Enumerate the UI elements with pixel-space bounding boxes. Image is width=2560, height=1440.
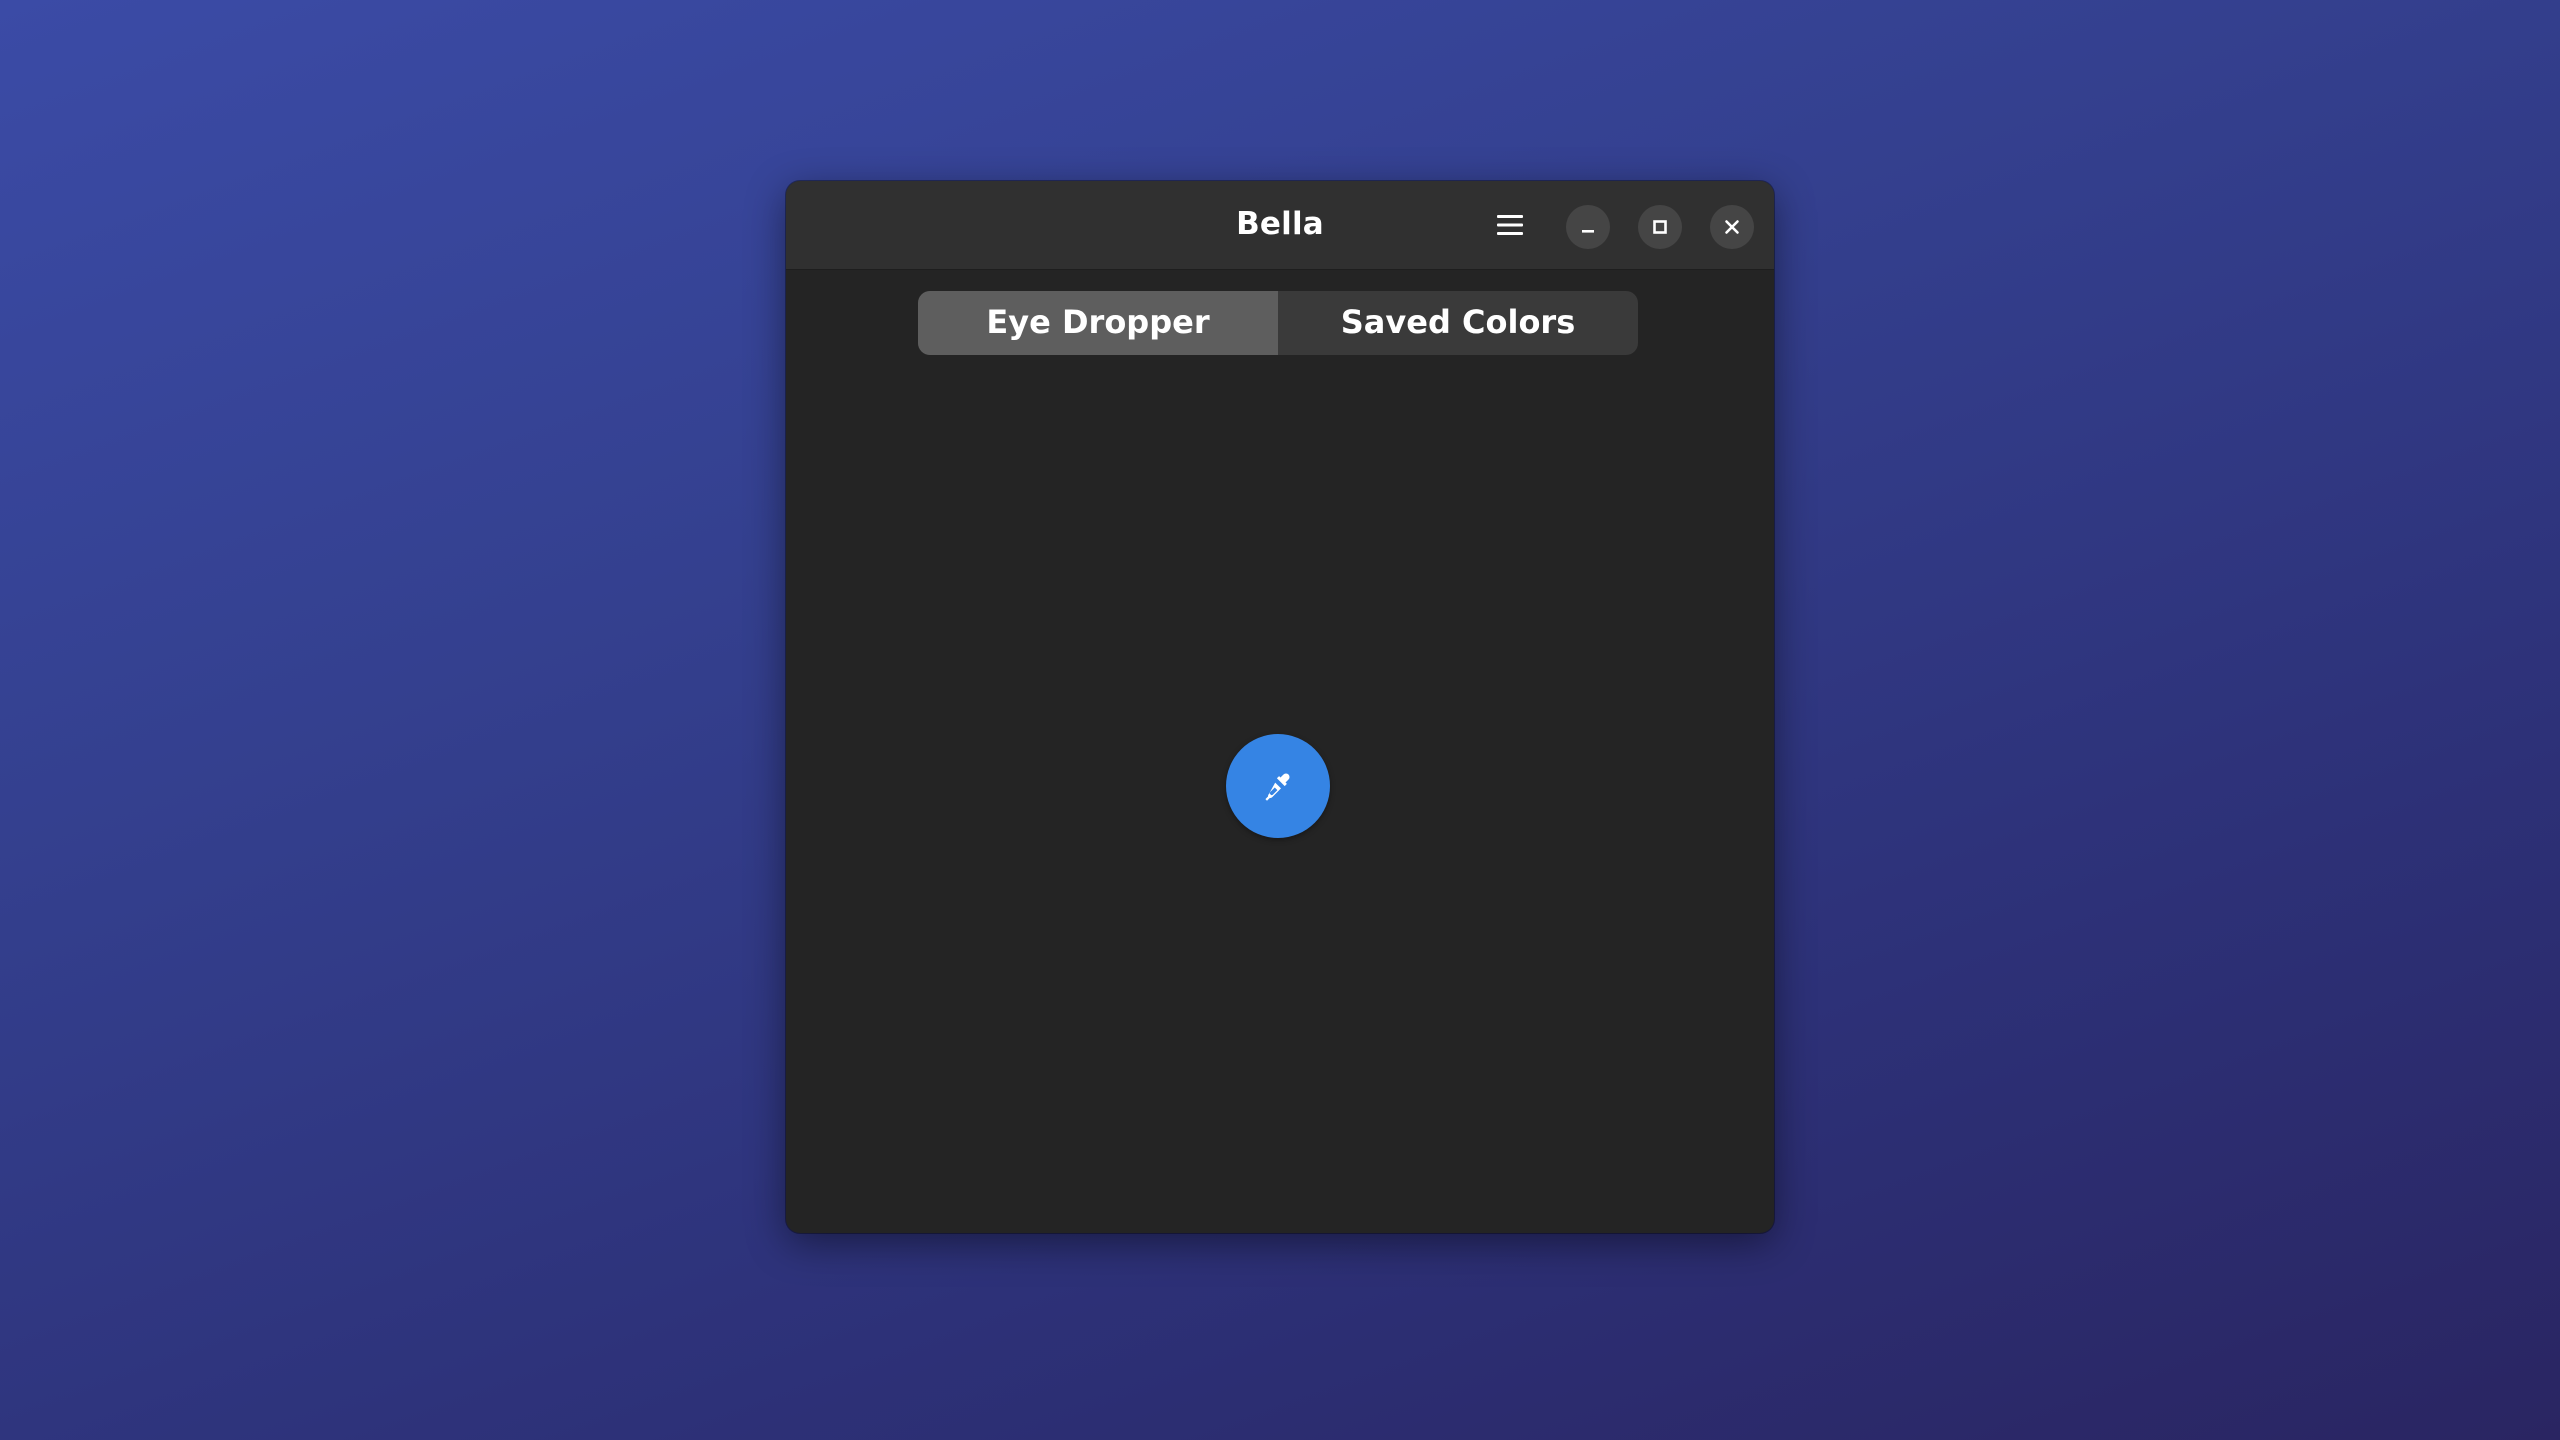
maximize-icon (1653, 220, 1667, 234)
minimize-button[interactable] (1566, 205, 1610, 249)
view-switcher: Eye Dropper Saved Colors (918, 291, 1638, 355)
close-icon (1725, 220, 1739, 234)
minimize-icon (1582, 230, 1594, 233)
headerbar[interactable]: Bella (786, 181, 1774, 270)
tab-saved-colors[interactable]: Saved Colors (1278, 291, 1638, 355)
maximize-button[interactable] (1638, 205, 1682, 249)
pick-color-button[interactable] (1226, 734, 1330, 838)
hamburger-menu-icon (1497, 215, 1523, 235)
close-button[interactable] (1710, 205, 1754, 249)
tab-eye-dropper[interactable]: Eye Dropper (918, 291, 1278, 355)
eyedropper-icon (1265, 773, 1290, 801)
app-window: Bella Eye Dropper Saved Colors (786, 181, 1774, 1233)
window-title: Bella (1236, 206, 1324, 242)
main-menu-button[interactable] (1486, 201, 1534, 249)
